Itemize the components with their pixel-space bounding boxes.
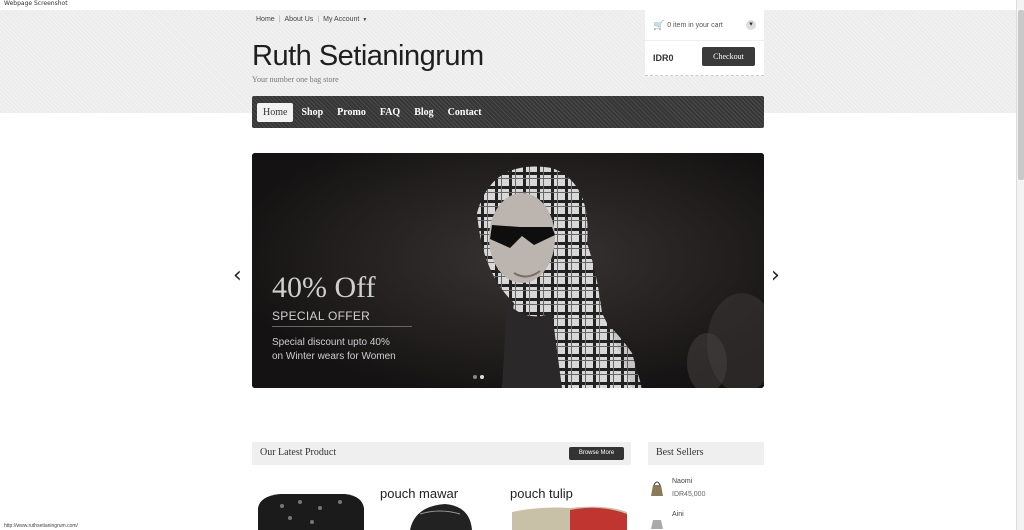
nav-item-contact[interactable]: Contact [442,103,488,122]
top-link-account[interactable]: My Account [323,16,359,23]
product-card[interactable] [250,478,367,530]
separator: | [317,16,320,23]
hero-slider: 40% Off SPECIAL OFFER Special discount u… [252,153,764,388]
cart-summary-row[interactable]: 🛒 0 item in your cart ▾ [645,10,764,41]
best-seller-item[interactable]: Naomi IDR45,000 [648,476,764,506]
scrollbar-thumb[interactable] [1018,10,1024,180]
slider-dot[interactable] [473,375,477,379]
nav-item-shop[interactable]: Shop [295,103,329,122]
product-image [512,506,627,530]
site-title[interactable]: Ruth Setianingrum [252,40,484,73]
top-links: Home | About Us | My Account ▼ [256,16,367,23]
browse-more-button[interactable]: Browse More [569,447,624,460]
section-title: Our Latest Product [260,447,337,458]
slide-description: Special discount upto 40% on Winter wear… [272,336,422,364]
nav-item-promo[interactable]: Promo [331,103,372,122]
checkout-button[interactable]: Checkout [702,47,755,66]
product-card[interactable]: pouch tulip [510,478,627,530]
cart-expand-icon[interactable]: ▾ [746,20,756,30]
slider-dot-active[interactable] [480,375,484,379]
product-card[interactable]: pouch mawar [380,478,495,530]
window-title: Webpage Screenshot [4,0,68,7]
best-seller-item[interactable]: Aini [648,509,764,530]
slider-dots [473,375,484,379]
section-title: Best Sellers [656,447,704,458]
slide-description-line: Special discount upto 40% [272,337,390,348]
status-bar-url: http://www.ruthsetianingrum.com/ [4,523,78,529]
cart-icon: 🛒 [653,19,665,30]
top-link-home[interactable]: Home [256,16,275,23]
top-link-about[interactable]: About Us [285,16,314,23]
slider-prev-icon[interactable]: ‹ [233,264,242,288]
product-image [410,504,472,530]
cart-box: 🛒 0 item in your cart ▾ IDR0 Checkout [645,10,764,76]
product-image [250,478,367,530]
nav-item-faq[interactable]: FAQ [374,103,406,122]
divider [272,326,412,327]
cart-total: IDR0 [653,53,674,63]
nav-item-blog[interactable]: Blog [408,103,439,122]
nav-item-home[interactable]: Home [257,102,294,122]
slide-headline: 40% Off [272,271,376,304]
best-seller-price: IDR45,000 [672,491,706,498]
site-tagline: Your number one bag store [252,75,339,84]
cart-summary: 0 item in your cart [667,21,723,29]
slide-description-line: on Winter wears for Women [272,351,396,362]
product-thumbnail [651,481,663,496]
slider-next-icon[interactable]: › [771,264,780,288]
best-sellers-header: Best Sellers [648,442,764,465]
main-nav: Home Shop Promo FAQ Blog Contact [252,96,764,128]
best-seller-name[interactable]: Aini [672,511,684,518]
slide-subheadline: SPECIAL OFFER [272,309,371,323]
separator: | [278,16,281,23]
latest-products-header: Our Latest Product Browse More [252,442,631,465]
caret-down-icon[interactable]: ▼ [362,17,367,23]
scrollbar[interactable] [1016,0,1024,530]
best-seller-name[interactable]: Naomi [672,478,692,485]
product-thumbnail [651,520,663,529]
